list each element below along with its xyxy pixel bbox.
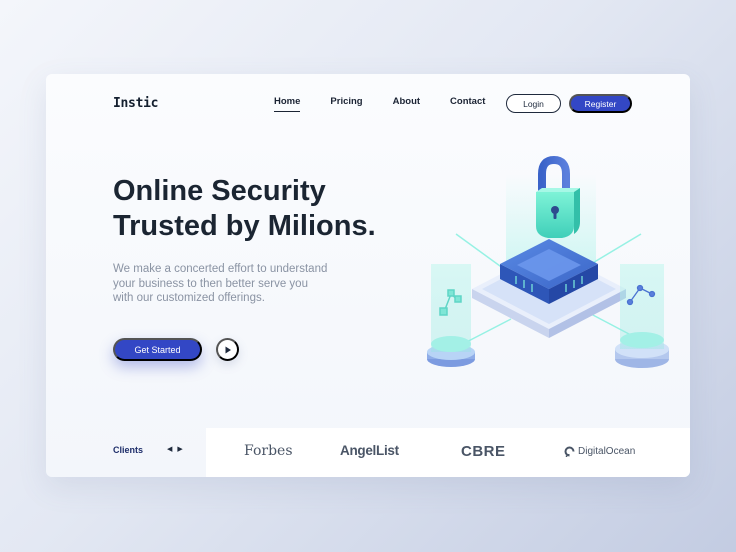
digitalocean-wordmark: DigitalOcean bbox=[578, 446, 636, 457]
hero-description: We make a concerted effort to understand… bbox=[113, 262, 353, 306]
left-data-pillar bbox=[427, 264, 475, 367]
client-logo-cbre: CBRE bbox=[461, 443, 506, 460]
play-video-button[interactable] bbox=[216, 338, 239, 361]
clients-carousel-controls: ◀ ▶ bbox=[167, 445, 188, 453]
right-data-pillar bbox=[615, 264, 669, 368]
client-logo-forbes: Forbes bbox=[244, 443, 293, 459]
landing-card: Instic Home Pricing About Contact Login … bbox=[46, 74, 690, 477]
chevron-right-icon[interactable]: ▶ bbox=[177, 445, 182, 453]
nav-item-pricing[interactable]: Pricing bbox=[330, 96, 362, 112]
headline-line-1: Online Security bbox=[113, 175, 326, 207]
login-button[interactable]: Login bbox=[506, 94, 561, 113]
hero-headline: Online Security Trusted by Milions. bbox=[113, 174, 376, 244]
headline-line-2: Trusted by Milions. bbox=[113, 210, 376, 242]
nav-item-home[interactable]: Home bbox=[274, 96, 301, 112]
brand-logo[interactable]: Instic bbox=[113, 96, 158, 111]
get-started-button[interactable]: Get Started bbox=[113, 338, 202, 361]
nav-item-contact[interactable]: Contact bbox=[450, 96, 485, 112]
clients-label: Clients bbox=[113, 445, 144, 455]
padlock-icon bbox=[536, 155, 580, 238]
client-logo-angellist: AngelList bbox=[340, 443, 399, 458]
chevron-left-icon[interactable]: ◀ bbox=[167, 445, 172, 453]
nav-item-about[interactable]: About bbox=[393, 96, 420, 112]
digitalocean-icon bbox=[564, 446, 575, 457]
main-nav: Home Pricing About Contact bbox=[274, 96, 515, 112]
security-chip-illustration bbox=[427, 155, 669, 368]
register-button[interactable]: Register bbox=[569, 94, 632, 113]
play-icon bbox=[225, 346, 231, 353]
client-logo-digitalocean: DigitalOcean bbox=[564, 446, 635, 457]
description-line-3: with our customized offerings. bbox=[113, 292, 265, 304]
description-line-2: your business to then better serve you bbox=[113, 277, 308, 290]
description-line-1: We make a concerted effort to understand bbox=[113, 263, 328, 275]
